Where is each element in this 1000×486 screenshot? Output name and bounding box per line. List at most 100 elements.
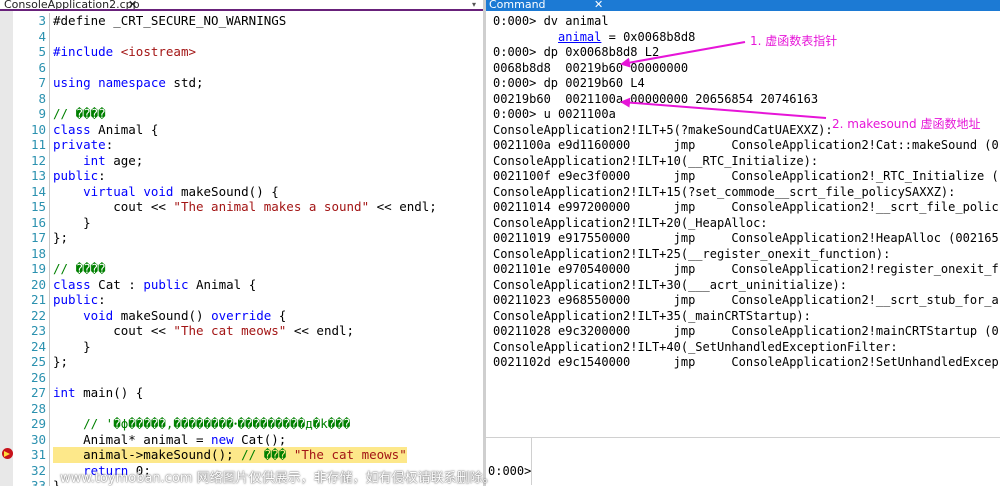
line-number: 29	[30, 416, 46, 431]
output-line: animal = 0x0068b8d8	[493, 30, 695, 46]
line-number: 7	[38, 75, 46, 90]
code-text[interactable]: cout << "The animal makes a sound" << en…	[53, 199, 437, 215]
code-text[interactable]: int age;	[53, 153, 143, 169]
fold-guide	[49, 230, 50, 246]
code-line[interactable]: 17};	[0, 230, 470, 246]
line-number: 19	[30, 261, 46, 276]
code-line[interactable]: 30 Animal* animal = new Cat();	[0, 431, 470, 448]
code-text[interactable]: Animal* animal = new Cat();	[53, 432, 286, 448]
code-line[interactable]: 4	[0, 28, 470, 44]
code-text[interactable]: void makeSound() override {	[53, 308, 286, 324]
code-line[interactable]: 6	[0, 59, 470, 75]
output-text: 0021100f e9ec3f0000 jmp ConsoleApplicati…	[493, 169, 999, 183]
output-line: ConsoleApplication2!ILT+10(__RTC_Initial…	[493, 154, 818, 170]
fold-guide	[49, 462, 50, 478]
code-line[interactable]: 29 // '�ϕ�����,��������ꞏ���������д�k���	[0, 416, 470, 432]
code-text[interactable]: };	[53, 354, 68, 370]
code-line[interactable]: 15 cout << "The animal makes a sound" <<…	[0, 199, 470, 215]
output-text: 0021101e e970540000 jmp ConsoleApplicati…	[493, 262, 999, 276]
output-line: ConsoleApplication2!ILT+40(_SetUnhandled…	[493, 340, 898, 356]
code-text[interactable]: private:	[53, 137, 113, 153]
code-line[interactable]: 7 using namespace std;	[0, 75, 470, 91]
code-text[interactable]: public:	[53, 292, 106, 308]
code-text[interactable]: // '�ϕ�����,��������ꞏ���������д�k���	[53, 416, 350, 432]
code-editor-pane[interactable]: ConsoleApplication2.cpp ✕ ▾ 3 #define _CR…	[0, 0, 483, 486]
fold-guide	[49, 59, 50, 75]
code-line[interactable]: 13 public:	[0, 168, 470, 184]
code-text[interactable]: };	[53, 230, 68, 246]
fold-guide	[49, 106, 50, 122]
code-text[interactable]: }	[53, 339, 91, 355]
code-line[interactable]: 5 #include <iostream>	[0, 44, 470, 60]
code-line[interactable]: 27 int main() {	[0, 385, 470, 401]
code-text[interactable]: #include <iostream>	[53, 44, 196, 60]
code-line[interactable]: 22 void makeSound() override {	[0, 307, 470, 324]
output-text: 00211014 e997200000 jmp ConsoleApplicati…	[493, 200, 999, 214]
code-line[interactable]: 10 class Animal {	[0, 121, 470, 138]
line-number: 11	[30, 137, 46, 152]
output-line: ConsoleApplication2!ILT+30(___acrt_unini…	[493, 278, 847, 294]
code-text[interactable]: #define _CRT_SECURE_NO_WARNINGS	[53, 13, 286, 29]
code-line[interactable]: 26	[0, 369, 470, 385]
command-tab[interactable]: Command ✕	[486, 0, 1000, 11]
line-number: 17	[30, 230, 46, 245]
fold-guide	[49, 338, 50, 354]
editor-tab[interactable]: ConsoleApplication2.cpp ✕	[0, 0, 483, 11]
active-tab-indicator	[0, 9, 483, 11]
line-number: 6	[38, 59, 46, 75]
code-text[interactable]: animal->makeSound(); // ��� "The cat meo…	[53, 447, 407, 463]
command-output[interactable]: 0:000> dv animal animal = 0x0068b8d8 0:00…	[486, 11, 1000, 436]
command-input[interactable]	[531, 438, 998, 485]
line-number: 31	[30, 447, 46, 462]
code-line[interactable]: 9 // ����	[0, 106, 470, 122]
code-text[interactable]: class Animal {	[53, 122, 158, 138]
code-text[interactable]: using namespace std;	[53, 75, 204, 91]
code-line[interactable]: 11 private:	[0, 137, 470, 153]
code-text[interactable]: // ����	[53, 106, 106, 122]
fold-guide	[49, 214, 50, 230]
line-number: 24	[30, 338, 46, 354]
code-line[interactable]: 3 #define _CRT_SECURE_NO_WARNINGS	[0, 13, 470, 29]
output-line: 0021101e e970540000 jmp ConsoleApplicati…	[493, 262, 999, 278]
code-line[interactable]: 31 animal->makeSound(); // ��� "The cat …	[0, 447, 470, 463]
output-line: 0021102d e9c1540000 jmp ConsoleApplicati…	[493, 355, 999, 371]
output-line: 00211023 e968550000 jmp ConsoleApplicati…	[493, 293, 999, 309]
code-line[interactable]: 24 }	[0, 338, 470, 355]
code-line[interactable]: 23 cout << "The cat meows" << endl;	[0, 323, 470, 339]
code-line[interactable]: 18	[0, 245, 470, 261]
close-icon[interactable]: ✕	[594, 0, 603, 11]
code-line[interactable]: 21 public:	[0, 292, 470, 308]
code-line[interactable]: 14 virtual void makeSound() {	[0, 183, 470, 200]
line-number: 9	[38, 106, 46, 121]
dropdown-arrow-icon[interactable]: ▾	[472, 0, 476, 9]
line-number: 20	[30, 276, 46, 292]
code-text[interactable]: }	[53, 215, 91, 231]
code-line[interactable]: 25};	[0, 354, 470, 370]
variable-link[interactable]: animal	[558, 30, 601, 44]
line-number: 14	[30, 183, 46, 199]
code-text[interactable]: // ����	[53, 261, 106, 277]
code-line[interactable]: 20 class Cat : public Animal {	[0, 276, 470, 293]
code-text[interactable]: int main() {	[53, 385, 143, 401]
command-tab-title[interactable]: Command	[489, 0, 546, 11]
line-number: 16	[30, 214, 46, 230]
code-line[interactable]: 28	[0, 400, 470, 416]
output-text: ConsoleApplication2!ILT+20(_HeapAlloc:	[493, 215, 768, 230]
line-number: 32	[30, 462, 46, 478]
line-number: 13	[30, 168, 46, 183]
code-text[interactable]: virtual void makeSound() {	[53, 184, 279, 200]
code-text[interactable]: public:	[53, 168, 106, 184]
output-text: ConsoleApplication2!ILT+25(__register_on…	[493, 246, 891, 261]
code-line[interactable]: 16 }	[0, 214, 470, 231]
code-line[interactable]: 12 int age;	[0, 152, 470, 169]
code-line[interactable]: 8	[0, 90, 470, 106]
output-line: 0:000> u 0021100a	[493, 107, 616, 123]
code-text[interactable]: cout << "The cat meows" << endl;	[53, 323, 354, 339]
line-number: 33	[30, 478, 46, 486]
fold-guide	[49, 28, 50, 44]
code-text[interactable]: class Cat : public Animal {	[53, 277, 256, 293]
fold-guide	[49, 478, 50, 486]
output-line: 0021100f e9ec3f0000 jmp ConsoleApplicati…	[493, 169, 999, 185]
code-line[interactable]: 19 // ����	[0, 261, 470, 277]
